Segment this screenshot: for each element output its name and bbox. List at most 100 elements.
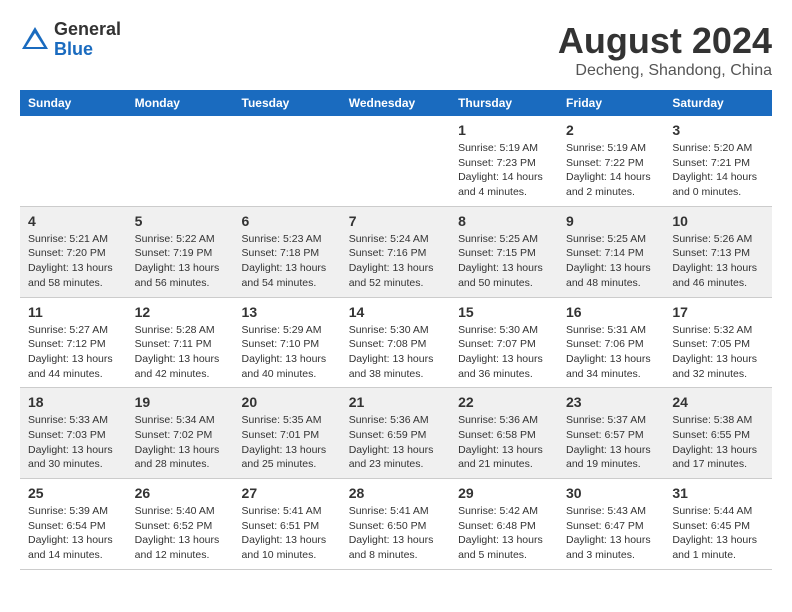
header-row: SundayMondayTuesdayWednesdayThursdayFrid… — [20, 90, 772, 116]
calendar-cell: 14Sunrise: 5:30 AM Sunset: 7:08 PM Dayli… — [341, 297, 450, 388]
day-info: Sunrise: 5:21 AM Sunset: 7:20 PM Dayligh… — [28, 232, 119, 291]
day-number: 31 — [672, 485, 764, 501]
calendar-cell: 20 Sunrise: 5:35 AM Sunset: 7:01 PM Dayli… — [234, 388, 341, 479]
calendar-cell: 21 Sunrise: 5:36 AM Sunset: 6:59 PM Dayli… — [341, 388, 450, 479]
day-info: Sunrise: 5:38 AM Sunset: 6:55 PM Dayligh… — [672, 413, 764, 472]
day-info: Sunrise: 5:30 AM Sunset: 7:08 PM Dayligh… — [349, 323, 442, 382]
day-info: Sunrise: 5:27 AM Sunset: 7:12 PM Dayligh… — [28, 323, 119, 382]
day-info: Sunrise: 5:29 AM Sunset: 7:10 PM Dayligh… — [242, 323, 333, 382]
day-of-week-header: Tuesday — [234, 90, 341, 116]
day-info: Sunrise: 5:34 AM Sunset: 7:02 PM Dayligh… — [135, 413, 226, 472]
day-info: Sunrise: 5:39 AM Sunset: 6:54 PM Dayligh… — [28, 504, 119, 563]
day-number: 21 — [349, 394, 442, 410]
month-year-title: August 2024 — [558, 20, 772, 62]
calendar-cell: 12 Sunrise: 5:28 AM Sunset: 7:11 PM Dayli… — [127, 297, 234, 388]
calendar-week-row: 18 Sunrise: 5:33 AM Sunset: 7:03 PM Dayli… — [20, 388, 772, 479]
calendar-cell: 13 Sunrise: 5:29 AM Sunset: 7:10 PM Dayli… — [234, 297, 341, 388]
day-info: Sunrise: 5:26 AM Sunset: 7:13 PM Dayligh… — [672, 232, 764, 291]
day-number: 3 — [672, 122, 764, 138]
calendar-cell: 1 Sunrise: 5:19 AM Sunset: 7:23 PM Daylig… — [450, 116, 558, 206]
day-number: 25 — [28, 485, 119, 501]
calendar-week-row: 1 Sunrise: 5:19 AM Sunset: 7:23 PM Daylig… — [20, 116, 772, 206]
day-number: 4 — [28, 213, 119, 229]
calendar-cell: 15 Sunrise: 5:30 AM Sunset: 7:07 PM Dayli… — [450, 297, 558, 388]
calendar-cell — [234, 116, 341, 206]
day-info: Sunrise: 5:20 AM Sunset: 7:21 PM Dayligh… — [672, 141, 764, 200]
day-info: Sunrise: 5:19 AM Sunset: 7:22 PM Dayligh… — [566, 141, 656, 200]
day-number: 11 — [28, 304, 119, 320]
day-number: 22 — [458, 394, 550, 410]
calendar-cell: 18 Sunrise: 5:33 AM Sunset: 7:03 PM Dayli… — [20, 388, 127, 479]
logo-text: General Blue — [54, 20, 121, 60]
day-info: Sunrise: 5:24 AM Sunset: 7:16 PM Dayligh… — [349, 232, 442, 291]
day-number: 23 — [566, 394, 656, 410]
calendar-cell: 3 Sunrise: 5:20 AM Sunset: 7:21 PM Daylig… — [664, 116, 772, 206]
day-info: Sunrise: 5:25 AM Sunset: 7:14 PM Dayligh… — [566, 232, 656, 291]
day-info: Sunrise: 5:42 AM Sunset: 6:48 PM Dayligh… — [458, 504, 550, 563]
calendar-week-row: 25 Sunrise: 5:39 AM Sunset: 6:54 PM Dayli… — [20, 479, 772, 570]
day-number: 18 — [28, 394, 119, 410]
day-number: 20 — [242, 394, 333, 410]
day-number: 16 — [566, 304, 656, 320]
calendar-cell: 6 Sunrise: 5:23 AM Sunset: 7:18 PM Daylig… — [234, 206, 341, 297]
day-info: Sunrise: 5:35 AM Sunset: 7:01 PM Dayligh… — [242, 413, 333, 472]
day-number: 17 — [672, 304, 764, 320]
day-info: Sunrise: 5:44 AM Sunset: 6:45 PM Dayligh… — [672, 504, 764, 563]
day-info: Sunrise: 5:25 AM Sunset: 7:15 PM Dayligh… — [458, 232, 550, 291]
calendar-cell: 5Sunrise: 5:22 AM Sunset: 7:19 PM Daylig… — [127, 206, 234, 297]
calendar-week-row: 4 Sunrise: 5:21 AM Sunset: 7:20 PM Daylig… — [20, 206, 772, 297]
day-info: Sunrise: 5:28 AM Sunset: 7:11 PM Dayligh… — [135, 323, 226, 382]
calendar-cell — [341, 116, 450, 206]
calendar-cell: 17 Sunrise: 5:32 AM Sunset: 7:05 PM Dayli… — [664, 297, 772, 388]
calendar-cell: 8 Sunrise: 5:25 AM Sunset: 7:15 PM Daylig… — [450, 206, 558, 297]
day-number: 8 — [458, 213, 550, 229]
day-of-week-header: Saturday — [664, 90, 772, 116]
calendar-cell: 9Sunrise: 5:25 AM Sunset: 7:14 PM Daylig… — [558, 206, 664, 297]
day-info: Sunrise: 5:40 AM Sunset: 6:52 PM Dayligh… — [135, 504, 226, 563]
day-info: Sunrise: 5:36 AM Sunset: 6:58 PM Dayligh… — [458, 413, 550, 472]
day-info: Sunrise: 5:33 AM Sunset: 7:03 PM Dayligh… — [28, 413, 119, 472]
day-of-week-header: Monday — [127, 90, 234, 116]
day-info: Sunrise: 5:32 AM Sunset: 7:05 PM Dayligh… — [672, 323, 764, 382]
day-number: 29 — [458, 485, 550, 501]
calendar-cell: 4 Sunrise: 5:21 AM Sunset: 7:20 PM Daylig… — [20, 206, 127, 297]
calendar-week-row: 11 Sunrise: 5:27 AM Sunset: 7:12 PM Dayli… — [20, 297, 772, 388]
day-number: 7 — [349, 213, 442, 229]
day-number: 6 — [242, 213, 333, 229]
calendar-cell — [20, 116, 127, 206]
day-info: Sunrise: 5:41 AM Sunset: 6:50 PM Dayligh… — [349, 504, 442, 563]
day-of-week-header: Friday — [558, 90, 664, 116]
page-header: General Blue August 2024 Decheng, Shando… — [20, 20, 772, 80]
calendar-cell — [127, 116, 234, 206]
day-of-week-header: Thursday — [450, 90, 558, 116]
day-number: 15 — [458, 304, 550, 320]
day-number: 27 — [242, 485, 333, 501]
day-info: Sunrise: 5:30 AM Sunset: 7:07 PM Dayligh… — [458, 323, 550, 382]
day-info: Sunrise: 5:22 AM Sunset: 7:19 PM Dayligh… — [135, 232, 226, 291]
day-info: Sunrise: 5:19 AM Sunset: 7:23 PM Dayligh… — [458, 141, 550, 200]
calendar-cell: 2 Sunrise: 5:19 AM Sunset: 7:22 PM Daylig… — [558, 116, 664, 206]
day-info: Sunrise: 5:36 AM Sunset: 6:59 PM Dayligh… — [349, 413, 442, 472]
day-of-week-header: Wednesday — [341, 90, 450, 116]
calendar-cell: 10Sunrise: 5:26 AM Sunset: 7:13 PM Dayli… — [664, 206, 772, 297]
day-number: 13 — [242, 304, 333, 320]
calendar-cell: 30 Sunrise: 5:43 AM Sunset: 6:47 PM Dayli… — [558, 479, 664, 570]
logo-blue-label: Blue — [54, 40, 121, 60]
calendar-table: SundayMondayTuesdayWednesdayThursdayFrid… — [20, 90, 772, 570]
day-number: 19 — [135, 394, 226, 410]
logo-icon — [20, 25, 50, 55]
day-number: 2 — [566, 122, 656, 138]
title-block: August 2024 Decheng, Shandong, China — [558, 20, 772, 80]
day-number: 1 — [458, 122, 550, 138]
day-info: Sunrise: 5:23 AM Sunset: 7:18 PM Dayligh… — [242, 232, 333, 291]
calendar-cell: 7 Sunrise: 5:24 AM Sunset: 7:16 PM Daylig… — [341, 206, 450, 297]
calendar-cell: 31 Sunrise: 5:44 AM Sunset: 6:45 PM Dayli… — [664, 479, 772, 570]
day-info: Sunrise: 5:37 AM Sunset: 6:57 PM Dayligh… — [566, 413, 656, 472]
day-info: Sunrise: 5:43 AM Sunset: 6:47 PM Dayligh… — [566, 504, 656, 563]
logo: General Blue — [20, 20, 121, 60]
calendar-cell: 29 Sunrise: 5:42 AM Sunset: 6:48 PM Dayli… — [450, 479, 558, 570]
day-info: Sunrise: 5:31 AM Sunset: 7:06 PM Dayligh… — [566, 323, 656, 382]
day-number: 12 — [135, 304, 226, 320]
day-number: 30 — [566, 485, 656, 501]
logo-general-label: General — [54, 20, 121, 40]
